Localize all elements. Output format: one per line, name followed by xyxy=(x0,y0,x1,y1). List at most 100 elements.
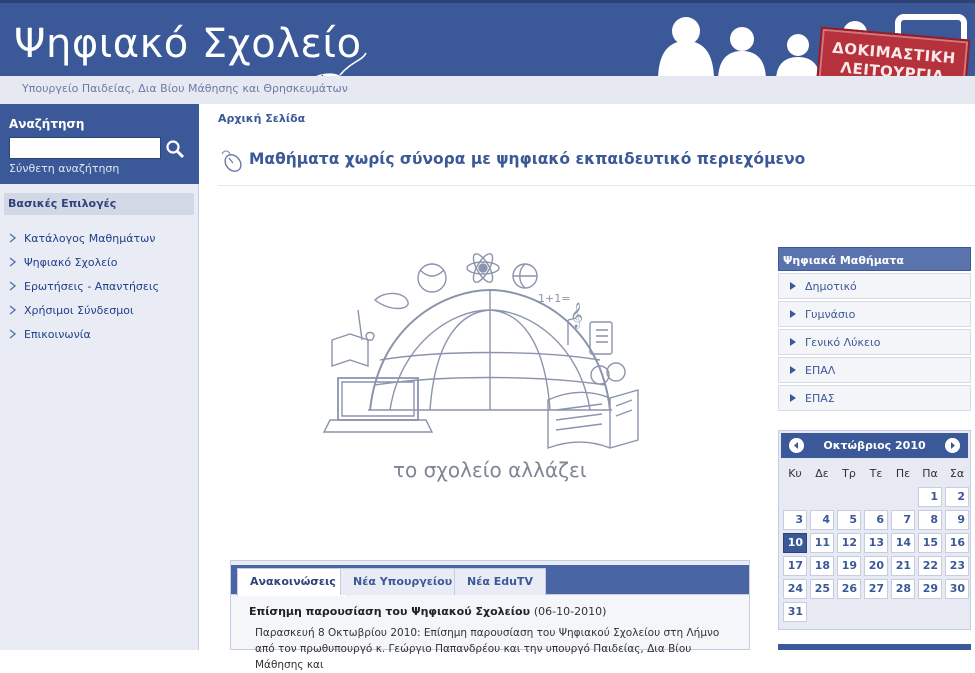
search-icon[interactable] xyxy=(165,139,185,159)
lesson-primary[interactable]: Δημοτικό xyxy=(778,273,971,299)
lesson-label: ΕΠΑΣ xyxy=(805,391,835,405)
digital-lessons-panel: Ψηφιακά Μαθήματα Δημοτικό Γυμνάσιο Γενικ… xyxy=(778,247,971,411)
main-menu: Κατάλογος Μαθημάτων Ψηφιακό Σχολείο Ερωτ… xyxy=(0,226,199,346)
calendar-day[interactable]: 19 xyxy=(837,556,861,576)
menu-item-useful-links[interactable]: Χρήσιμοι Σύνδεσμοι xyxy=(0,298,199,322)
calendar-empty-cell xyxy=(945,602,969,622)
calendar-widget: Οκτώβριος 2010 Κυ Δε Τρ Τε Πε Πα Σα 1 2 3 4 5 6 7 8 9 10… xyxy=(778,430,971,630)
calendar-day[interactable]: 15 xyxy=(918,533,942,553)
calendar-day[interactable]: 13 xyxy=(864,533,888,553)
calendar-weekday: Δε xyxy=(815,467,829,480)
calendar-day[interactable]: 11 xyxy=(810,533,834,553)
news-item-title[interactable]: Επίσημη παρουσίαση του Ψηφιακού Σχολείου… xyxy=(249,605,606,618)
lesson-label: Γυμνάσιο xyxy=(805,307,856,321)
menu-item-label: Ψηφιακό Σχολείο xyxy=(24,255,118,269)
calendar-empty-cell xyxy=(891,487,915,507)
calendar-day[interactable]: 22 xyxy=(918,556,942,576)
calendar-empty-cell xyxy=(810,602,834,622)
calendar-empty-cell xyxy=(810,487,834,507)
calendar-day[interactable]: 1 xyxy=(918,487,942,507)
calendar-day[interactable]: 23 xyxy=(945,556,969,576)
calendar-day[interactable]: 27 xyxy=(864,579,888,599)
tab-edutv-news[interactable]: Νέα EduTV xyxy=(454,568,546,595)
calendar-empty-cell xyxy=(837,602,861,622)
calendar-weekday: Πα xyxy=(922,467,938,480)
chevron-right-icon xyxy=(9,233,17,243)
svg-text:𝄞: 𝄞 xyxy=(570,302,583,328)
calendar-day[interactable]: 29 xyxy=(918,579,942,599)
calendar-day[interactable]: 14 xyxy=(891,533,915,553)
calendar-empty-cell xyxy=(837,487,861,507)
triangle-right-icon xyxy=(790,310,796,318)
search-title: Αναζήτηση xyxy=(9,117,85,131)
calendar-day[interactable]: 28 xyxy=(891,579,915,599)
header-subband: Υπουργείο Παιδείας, Δια Βίου Μάθησης και… xyxy=(0,76,975,104)
mouse-icon xyxy=(221,150,242,172)
calendar-grid: Κυ Δε Τρ Τε Πε Πα Σα 1 2 3 4 5 6 7 8 9 10 11 12 13 14 15 16 17 1… xyxy=(783,464,969,622)
main-menu-header: Βασικές Επιλογές xyxy=(4,193,194,215)
triangle-right-icon xyxy=(790,338,796,346)
hero-caption: το σχολείο αλλάζει xyxy=(393,458,587,482)
calendar-day[interactable]: 9 xyxy=(945,510,969,530)
svg-text:1+1=: 1+1= xyxy=(538,292,570,305)
calendar-weekday: Τε xyxy=(869,467,883,480)
calendar-day[interactable]: 18 xyxy=(810,556,834,576)
triangle-right-icon xyxy=(790,366,796,374)
chevron-right-icon xyxy=(9,257,17,267)
lesson-epas[interactable]: ΕΠΑΣ xyxy=(778,385,971,411)
lesson-general-lyceum[interactable]: Γενικό Λύκειο xyxy=(778,329,971,355)
lesson-gymnasium[interactable]: Γυμνάσιο xyxy=(778,301,971,327)
calendar-empty-cell xyxy=(918,602,942,622)
calendar-day[interactable]: 6 xyxy=(864,510,888,530)
calendar-day[interactable]: 3 xyxy=(783,510,807,530)
calendar-day-today[interactable]: 10 xyxy=(783,533,807,553)
tab-announcements[interactable]: Ανακοινώσεις xyxy=(237,568,349,596)
calendar-day[interactable]: 31 xyxy=(783,602,807,622)
search-panel: Αναζήτηση Σύνθετη αναζήτηση xyxy=(0,104,199,184)
search-input[interactable] xyxy=(9,137,161,159)
menu-item-contact[interactable]: Επικοινωνία xyxy=(0,322,199,346)
calendar-weekday: Σα xyxy=(949,467,965,480)
chevron-right-icon[interactable] xyxy=(945,438,960,453)
calendar-day[interactable]: 16 xyxy=(945,533,969,553)
triangle-right-icon xyxy=(790,394,796,402)
news-tabs-box: Ανακοινώσεις Νέα Υπουργείου Νέα EduTV Επ… xyxy=(230,560,750,671)
calendar-weekday: Κυ xyxy=(788,467,802,480)
digital-lessons-header: Ψηφιακά Μαθήματα xyxy=(778,247,971,271)
calendar-day[interactable]: 8 xyxy=(918,510,942,530)
calendar-weekday: Πε xyxy=(895,467,911,480)
calendar-day[interactable]: 7 xyxy=(891,510,915,530)
calendar-day[interactable]: 17 xyxy=(783,556,807,576)
menu-item-courses-catalog[interactable]: Κατάλογος Μαθημάτων xyxy=(0,226,199,250)
triangle-right-icon xyxy=(790,282,796,290)
calendar-day[interactable]: 25 xyxy=(810,579,834,599)
calendar-day[interactable]: 30 xyxy=(945,579,969,599)
calendar-day[interactable]: 26 xyxy=(837,579,861,599)
calendar-day[interactable]: 20 xyxy=(864,556,888,576)
calendar-day[interactable]: 2 xyxy=(945,487,969,507)
lesson-label: Γενικό Λύκειο xyxy=(805,335,881,349)
menu-item-faq[interactable]: Ερωτήσεις - Απαντήσεις xyxy=(0,274,199,298)
news-date: (06-10-2010) xyxy=(533,605,607,618)
calendar-day[interactable]: 5 xyxy=(837,510,861,530)
page-heading: Μαθήματα χωρίς σύνορα με ψηφιακό εκπαιδε… xyxy=(218,146,975,186)
lesson-label: Δημοτικό xyxy=(805,279,857,293)
calendar-day[interactable]: 12 xyxy=(837,533,861,553)
calendar-day[interactable]: 24 xyxy=(783,579,807,599)
calendar-empty-cell xyxy=(864,487,888,507)
chevron-right-icon xyxy=(9,281,17,291)
advanced-search-link[interactable]: Σύνθετη αναζήτηση xyxy=(9,162,119,175)
calendar-day[interactable]: 4 xyxy=(810,510,834,530)
lesson-epal[interactable]: ΕΠΑΛ xyxy=(778,357,971,383)
breadcrumb-home[interactable]: Αρχική Σελίδα xyxy=(218,112,305,125)
menu-item-label: Ερωτήσεις - Απαντήσεις xyxy=(24,279,160,293)
menu-item-label: Επικοινωνία xyxy=(24,327,91,341)
calendar-month-title: Οκτώβριος 2010 xyxy=(823,439,926,452)
menu-item-label: Κατάλογος Μαθημάτων xyxy=(24,231,156,245)
chevron-right-icon xyxy=(9,305,17,315)
menu-item-digital-school[interactable]: Ψηφιακό Σχολείο xyxy=(0,250,199,274)
tab-bar: Ανακοινώσεις Νέα Υπουργείου Νέα EduTV xyxy=(231,561,749,596)
calendar-day[interactable]: 21 xyxy=(891,556,915,576)
tab-ministry-news[interactable]: Νέα Υπουργείου xyxy=(340,568,466,595)
news-item-body: Παρασκευή 8 Οκτωβρίου 2010: Επίσημη παρο… xyxy=(255,627,720,671)
